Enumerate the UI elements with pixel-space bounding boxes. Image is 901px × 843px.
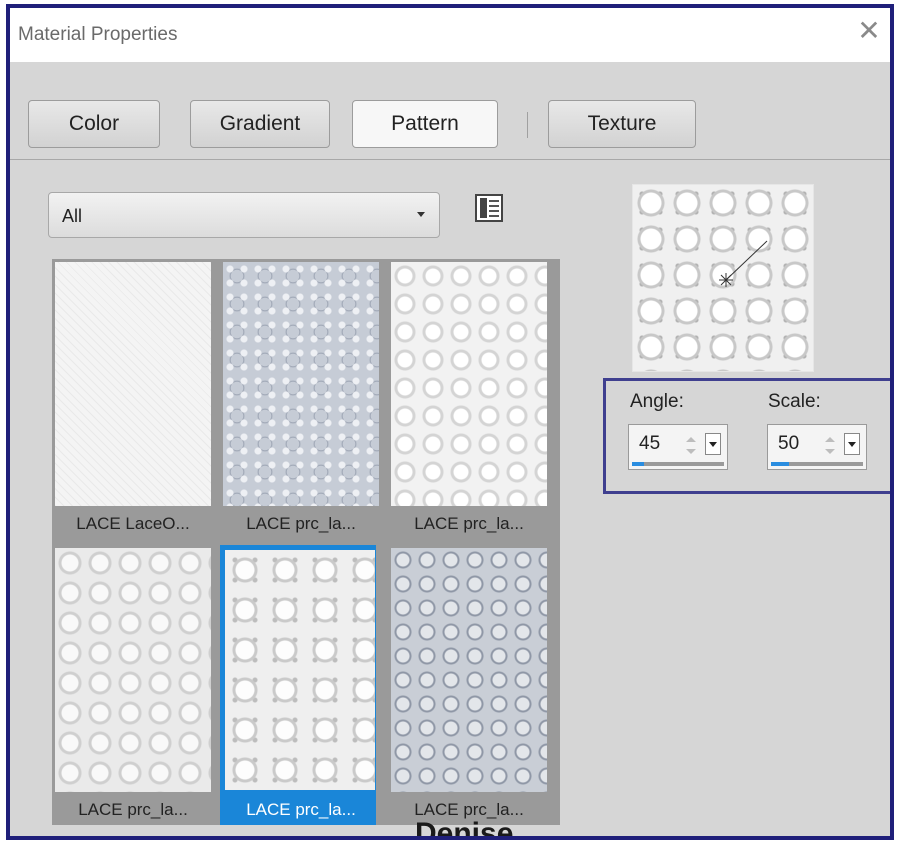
angle-dropdown-button[interactable] [705, 433, 721, 455]
header-divider [10, 159, 890, 160]
pattern-thumbnail [223, 262, 379, 506]
scale-slider[interactable] [771, 462, 863, 466]
scale-value: 50 [778, 433, 800, 454]
tab-color[interactable]: Color [28, 100, 160, 148]
watermark-text: Denise [415, 817, 514, 840]
angle-label: Angle: [630, 391, 684, 412]
angle-spinbox[interactable]: 45 [628, 424, 728, 470]
pattern-label: LACE LaceO... [76, 514, 190, 533]
dialog-title: Material Properties [18, 24, 178, 45]
material-properties-dialog: Material Properties ✕ Color Gradient Pat… [6, 4, 894, 840]
pattern-tile[interactable]: LACE prc_la... [220, 259, 379, 543]
pattern-tile[interactable]: LACE prc_la... [388, 545, 547, 825]
pattern-tile[interactable]: LACE prc_la... [388, 259, 547, 543]
pattern-gallery: LACE LaceO... LACE prc_la... LACE prc_la… [52, 259, 560, 825]
pattern-label: LACE prc_la... [78, 800, 188, 819]
tab-gradient[interactable]: Gradient [190, 100, 330, 148]
pattern-thumbnail [391, 262, 547, 506]
pattern-preview[interactable] [632, 184, 814, 372]
title-bar: Material Properties ✕ [10, 8, 890, 62]
pattern-tile[interactable]: LACE prc_la... [52, 545, 211, 825]
pattern-label: LACE prc_la... [414, 514, 524, 533]
pattern-thumbnail [55, 548, 211, 792]
pattern-thumbnail [391, 548, 547, 792]
pattern-tile[interactable]: LACE LaceO... [52, 259, 211, 543]
list-view-icon[interactable] [475, 194, 503, 222]
angle-value: 45 [639, 433, 661, 454]
scale-spinbox[interactable]: 50 [767, 424, 867, 470]
angle-stepper[interactable] [683, 431, 699, 461]
scale-dropdown-button[interactable] [844, 433, 860, 455]
scale-stepper[interactable] [822, 431, 838, 461]
category-dropdown-value: All [62, 206, 83, 226]
close-icon[interactable]: ✕ [854, 16, 884, 46]
tab-pattern[interactable]: Pattern [352, 100, 498, 148]
angle-slider[interactable] [632, 462, 724, 466]
angle-indicator[interactable] [633, 185, 813, 371]
tab-separator [527, 112, 528, 138]
tab-texture[interactable]: Texture [548, 100, 696, 148]
pattern-thumbnail [55, 262, 211, 506]
scale-label: Scale: [768, 391, 821, 412]
category-dropdown[interactable]: All [48, 192, 440, 238]
pattern-thumbnail [225, 550, 375, 790]
pattern-label: LACE prc_la... [246, 514, 356, 533]
chevron-down-icon [417, 212, 425, 217]
pattern-label: LACE prc_la... [246, 800, 356, 819]
pattern-tile-selected[interactable]: LACE prc_la... [220, 545, 376, 825]
